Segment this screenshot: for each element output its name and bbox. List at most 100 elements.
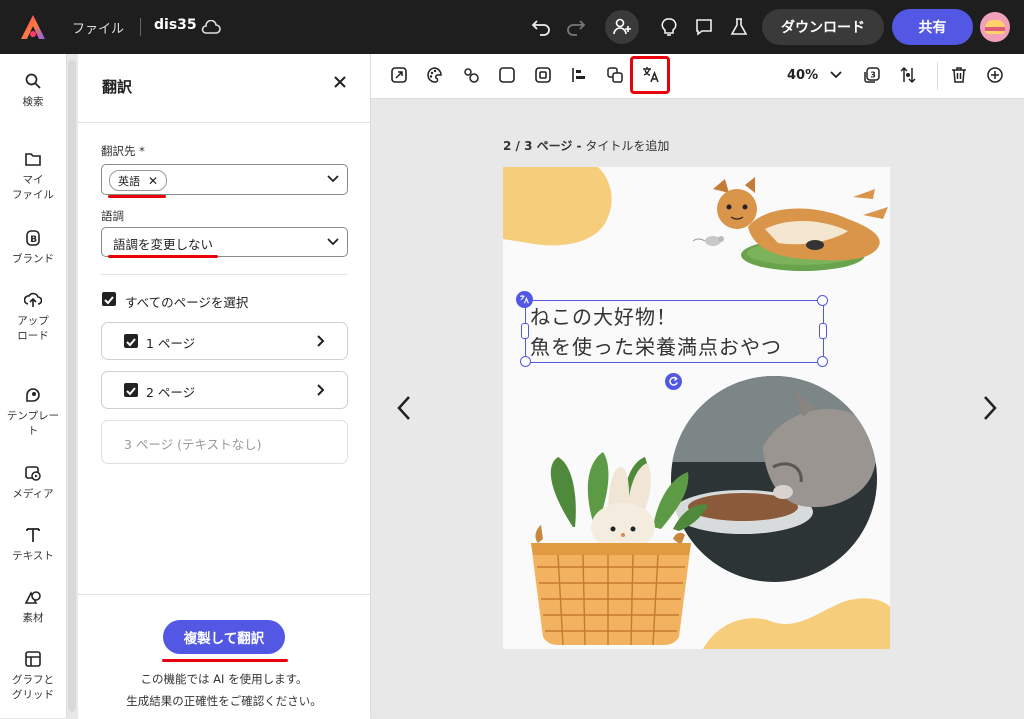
square-icon[interactable]	[492, 60, 522, 90]
lightbulb-icon[interactable]	[653, 11, 685, 43]
page-checkbox[interactable]	[124, 383, 138, 397]
ai-notice-line2: 生成結果の正確性をご確認ください。	[126, 694, 322, 708]
tone-select[interactable]: 語調を変更しない	[101, 227, 348, 257]
rail-item-my-files[interactable]: マイ ファイル	[0, 150, 66, 203]
page-item-1[interactable]: 1 ページ	[101, 322, 348, 360]
translate-badge-icon[interactable]	[516, 291, 533, 308]
invite-user-icon[interactable]	[605, 10, 639, 44]
divider	[78, 122, 370, 123]
page-artwork	[503, 167, 890, 649]
share-button[interactable]: 共有	[892, 9, 973, 45]
language-chip[interactable]: 英語 ✕	[109, 170, 168, 191]
cloud-icon[interactable]	[195, 11, 227, 43]
arrange-icon[interactable]	[600, 60, 630, 90]
context-toolbar: 40% 3	[371, 54, 1024, 99]
rail-item-search[interactable]: 検索	[0, 72, 66, 110]
page-item-2[interactable]: 2 ページ	[101, 371, 348, 409]
selected-text-box[interactable]: ねこの大好物！ 魚を使った栄養満点おやつ	[525, 300, 824, 363]
page-item-3: 3 ページ (テキストなし)	[101, 420, 348, 464]
rail-item-elements[interactable]: 素材	[0, 588, 66, 626]
chip-remove-icon[interactable]: ✕	[148, 174, 158, 188]
page-checkbox[interactable]	[124, 334, 138, 348]
trash-icon[interactable]	[944, 60, 974, 90]
page-title-input[interactable]: タイトルを追加	[585, 139, 669, 153]
highlight-underline	[108, 255, 218, 258]
page-label: 3 ページ (テキストなし)	[124, 437, 262, 452]
rail-item-media[interactable]: メディア	[0, 464, 66, 502]
target-language-label: 翻訳先 *	[101, 144, 145, 158]
text-icon	[26, 528, 40, 542]
canvas-area: 2 / 3 ページ - タイトルを追加 ねこの大好物！ 魚を使った栄養満点おやつ	[371, 99, 1024, 718]
svg-text:B: B	[30, 235, 37, 245]
chevron-down-icon[interactable]	[821, 60, 851, 90]
rail-label: マイ ファイル	[12, 174, 54, 201]
folder-icon	[25, 153, 41, 166]
zoom-level[interactable]: 40%	[787, 68, 818, 83]
tone-value: 語調を変更しない	[113, 237, 214, 252]
position-icon[interactable]	[893, 60, 923, 90]
shapes-icon[interactable]	[456, 60, 486, 90]
resize-handle[interactable]	[521, 323, 529, 339]
chevron-right-icon[interactable]	[317, 384, 325, 396]
divider	[101, 274, 347, 275]
redo-icon[interactable]	[560, 11, 592, 43]
resize-handle[interactable]	[817, 295, 828, 306]
comment-icon[interactable]	[688, 11, 720, 43]
divider	[937, 62, 938, 90]
target-language-select[interactable]: 英語 ✕	[101, 164, 348, 195]
avatar[interactable]	[980, 12, 1010, 42]
rail-scrollbar[interactable]	[68, 60, 76, 712]
rail-label: 素材	[22, 612, 44, 624]
app-logo-icon[interactable]	[17, 11, 49, 43]
ai-notice-line1: この機能では AI を使用します。	[140, 672, 308, 686]
elements-icon	[24, 591, 41, 604]
frame-icon[interactable]	[528, 60, 558, 90]
flask-icon[interactable]	[723, 11, 755, 43]
media-icon	[25, 466, 41, 481]
highlight-underline	[108, 195, 166, 198]
text-line1[interactable]: ねこの大好物！	[530, 301, 677, 330]
page-label: 1 ページ	[146, 336, 196, 351]
next-page-icon[interactable]	[977, 393, 1001, 423]
divider	[140, 18, 141, 36]
chevron-down-icon	[327, 238, 339, 246]
rail-item-upload[interactable]: アップ ロード	[0, 291, 66, 344]
upload-icon	[24, 292, 42, 307]
rail-item-brand[interactable]: B ブランド	[0, 229, 66, 267]
chevron-down-icon	[327, 175, 339, 183]
svg-text:3: 3	[870, 71, 876, 80]
document-name[interactable]: dis35	[154, 17, 197, 33]
rail-label: グラフと グリッド	[12, 674, 54, 701]
search-icon	[25, 73, 41, 89]
rail-item-text[interactable]: テキスト	[0, 526, 66, 564]
chart-grid-icon	[25, 651, 41, 667]
text-line2[interactable]: 魚を使った栄養満点おやつ	[530, 331, 782, 360]
chevron-right-icon[interactable]	[317, 335, 325, 347]
undo-icon[interactable]	[525, 11, 557, 43]
document-page[interactable]: ねこの大好物！ 魚を使った栄養満点おやつ	[503, 167, 890, 649]
add-icon[interactable]	[980, 60, 1010, 90]
download-button[interactable]: ダウンロード	[762, 9, 884, 45]
select-all-checkbox[interactable]	[102, 292, 116, 306]
layers-icon[interactable]: 3	[857, 60, 887, 90]
resize-handle[interactable]	[817, 356, 828, 367]
resize-icon[interactable]	[384, 60, 414, 90]
tone-label: 語調	[101, 209, 124, 223]
rail-item-templates[interactable]: テンプレー ト	[0, 386, 66, 439]
resize-handle[interactable]	[819, 323, 827, 339]
rail-label: テキスト	[12, 550, 54, 562]
panel-footer: 複製して翻訳 この機能では AI を使用します。 生成結果の正確性をご確認くださ…	[78, 594, 370, 719]
rotate-icon[interactable]	[665, 373, 682, 390]
file-menu[interactable]: ファイル	[72, 18, 124, 37]
prev-page-icon[interactable]	[393, 393, 417, 423]
rail-item-charts[interactable]: グラフと グリッド	[0, 650, 66, 703]
left-rail: 検索 マイ ファイル B ブランド アップ ロード テンプレー ト メディア テ…	[0, 54, 67, 718]
close-icon[interactable]	[328, 70, 352, 94]
palette-icon[interactable]	[420, 60, 450, 90]
select-all-label: すべてのページを選択	[125, 295, 249, 310]
rail-label: ブランド	[12, 253, 54, 265]
resize-handle[interactable]	[520, 356, 531, 367]
duplicate-translate-button[interactable]: 複製して翻訳	[163, 620, 285, 654]
panel-title: 翻訳	[102, 78, 133, 96]
align-icon[interactable]	[564, 60, 594, 90]
